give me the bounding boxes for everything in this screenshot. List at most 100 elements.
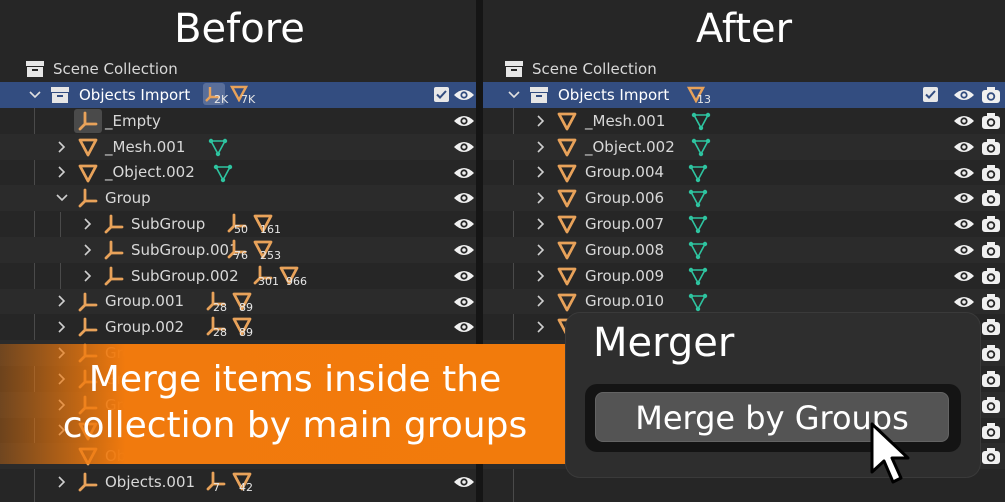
tree-row-label: _Mesh.001 — [105, 137, 186, 156]
camera-icon[interactable] — [981, 164, 1001, 182]
camera-icon[interactable] — [981, 422, 1001, 440]
tree-row[interactable]: Group.004 — [483, 160, 1005, 186]
tree-row[interactable]: Group.002 28 89 — [0, 314, 479, 340]
empty-icon — [103, 213, 125, 235]
empty-icon — [77, 471, 99, 493]
stat-count-b: 13 — [697, 93, 711, 106]
collection-label: Objects Import — [79, 85, 191, 104]
eye-icon[interactable] — [453, 242, 475, 258]
camera-icon[interactable] — [981, 86, 1001, 104]
camera-icon[interactable] — [981, 344, 1001, 362]
chevron-down-icon[interactable] — [507, 88, 521, 102]
chevron-down-icon[interactable] — [28, 88, 42, 102]
tree-row[interactable]: _Object.002 — [483, 133, 1005, 160]
tree-row[interactable]: _Object.002 — [0, 160, 479, 186]
empty-icon — [103, 239, 125, 261]
camera-icon[interactable] — [981, 241, 1001, 259]
camera-icon[interactable] — [981, 267, 1001, 285]
stat-count-a: 28 — [213, 300, 227, 314]
chevron-right-icon[interactable] — [534, 140, 548, 154]
camera-icon[interactable] — [981, 138, 1001, 156]
tree-row[interactable]: Group.006 — [483, 185, 1005, 212]
eye-icon[interactable] — [953, 87, 975, 103]
chevron-right-icon[interactable] — [534, 269, 548, 283]
camera-icon[interactable] — [981, 318, 1001, 336]
tree-row[interactable]: SubGroup.001 76 253 — [0, 237, 479, 263]
exclude-checkbox[interactable] — [923, 87, 938, 102]
scene-collection-row[interactable]: Scene Collection — [483, 56, 1005, 82]
eye-icon[interactable] — [453, 87, 475, 103]
tree-row-label: Objects.001 — [105, 473, 196, 492]
eye-icon[interactable] — [453, 268, 475, 284]
camera-icon[interactable] — [981, 293, 1001, 311]
chevron-right-icon[interactable] — [534, 114, 548, 128]
tree-row[interactable]: Group.010 — [483, 288, 1005, 315]
chevron-down-icon[interactable] — [55, 191, 69, 205]
tree-row-label: Group.006 — [585, 189, 665, 208]
chevron-right-icon[interactable] — [534, 217, 548, 231]
tree-row[interactable]: SubGroup 50 161 — [0, 211, 479, 237]
camera-icon[interactable] — [981, 112, 1001, 130]
chevron-right-icon[interactable] — [55, 475, 69, 489]
eye-icon[interactable] — [453, 165, 475, 181]
tree-row[interactable]: Group.007 — [483, 211, 1005, 237]
stat-count-b: 42 — [239, 481, 253, 495]
eye-icon[interactable] — [453, 319, 475, 335]
tree-row-label: SubGroup — [131, 215, 206, 234]
tree-row[interactable]: SubGroup.002 301 966 — [0, 263, 479, 289]
eye-icon[interactable] — [953, 216, 975, 232]
chevron-right-icon[interactable] — [534, 294, 548, 308]
chevron-right-icon[interactable] — [81, 217, 95, 231]
scene-collection-row[interactable]: Scene Collection — [0, 56, 479, 82]
empty-icon — [74, 109, 102, 133]
tree-row-label: Group.002 — [105, 318, 185, 337]
camera-icon[interactable] — [981, 215, 1001, 233]
collection-row-objects-import[interactable]: Objects Import 2K 7K — [0, 82, 479, 108]
chevron-right-icon[interactable] — [534, 165, 548, 179]
chevron-right-icon[interactable] — [55, 165, 69, 179]
chevron-right-icon[interactable] — [81, 269, 95, 283]
chevron-right-icon[interactable] — [55, 320, 69, 334]
chevron-right-icon[interactable] — [534, 320, 548, 334]
tree-row[interactable]: _Mesh.001 — [0, 133, 479, 160]
collection-row-objects-import[interactable]: Objects Import 13 — [483, 82, 1005, 108]
eye-icon[interactable] — [953, 139, 975, 155]
eye-icon[interactable] — [453, 216, 475, 232]
camera-icon[interactable] — [981, 447, 1001, 465]
camera-icon[interactable] — [981, 370, 1001, 388]
tree-row[interactable]: _Mesh.001 — [483, 108, 1005, 134]
tree-row[interactable]: Group.001 28 89 — [0, 288, 479, 315]
camera-icon[interactable] — [981, 189, 1001, 207]
eye-icon[interactable] — [953, 113, 975, 129]
camera-icon[interactable] — [981, 396, 1001, 414]
caption-text: Merge items inside the collection by mai… — [60, 357, 530, 449]
tree-row[interactable]: Group — [0, 185, 479, 212]
eye-icon[interactable] — [953, 165, 975, 181]
tree-row[interactable]: Objects.001 7 42 — [0, 469, 479, 495]
tree-row[interactable]: _Empty — [0, 108, 479, 134]
mesh-data-icon — [690, 111, 712, 133]
tree-row[interactable]: Group.008 — [483, 237, 1005, 263]
eye-icon[interactable] — [453, 190, 475, 206]
eye-icon[interactable] — [453, 294, 475, 310]
eye-icon[interactable] — [453, 474, 475, 490]
chevron-right-icon[interactable] — [81, 243, 95, 257]
mesh-data-icon — [687, 266, 709, 288]
eye-icon[interactable] — [453, 113, 475, 129]
chevron-right-icon[interactable] — [534, 243, 548, 257]
eye-icon[interactable] — [953, 268, 975, 284]
exclude-checkbox[interactable] — [434, 87, 449, 102]
chevron-right-icon[interactable] — [55, 294, 69, 308]
chevron-right-icon[interactable] — [534, 191, 548, 205]
after-heading: After — [695, 6, 793, 52]
stat-count-a: 7 — [213, 481, 220, 495]
eye-icon[interactable] — [953, 294, 975, 310]
mesh-data-icon — [212, 163, 234, 185]
eye-icon[interactable] — [453, 139, 475, 155]
eye-icon[interactable] — [953, 190, 975, 206]
merger-panel-title: Merger — [593, 320, 735, 366]
chevron-right-icon[interactable] — [55, 140, 69, 154]
eye-icon[interactable] — [953, 242, 975, 258]
tree-row-label: SubGroup.002 — [131, 266, 239, 285]
tree-row[interactable]: Group.009 — [483, 263, 1005, 289]
